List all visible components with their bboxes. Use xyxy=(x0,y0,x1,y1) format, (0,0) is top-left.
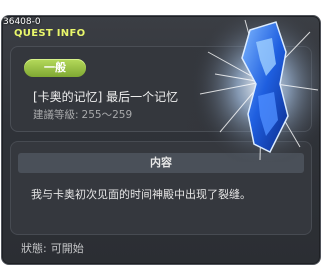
status-value: 可開始 xyxy=(50,242,84,255)
recommended-level-value: 255～259 xyxy=(81,109,133,121)
recommended-level-label: 建議等級: xyxy=(33,109,79,121)
content-text: 我与卡奥初次见面的时间神殿中出现了裂缝。 xyxy=(31,188,251,201)
quest-code: 36408-0 xyxy=(3,17,41,27)
quest-info-label: QUEST INFO xyxy=(14,28,86,39)
quest-tooltip: QUEST INFO 一般 [卡奥的记忆] 最后一个记忆 建議等級: 255～2… xyxy=(1,15,321,265)
status-label: 狀態: xyxy=(21,242,47,255)
quest-title: [卡奥的记忆] 最后一个记忆 xyxy=(33,90,179,104)
recommended-level: 建議等級: 255～259 xyxy=(33,107,135,122)
crystal-icon xyxy=(190,16,320,162)
quest-status: 狀態: 可開始 xyxy=(21,240,88,256)
quest-type-badge: 一般 xyxy=(24,59,86,77)
